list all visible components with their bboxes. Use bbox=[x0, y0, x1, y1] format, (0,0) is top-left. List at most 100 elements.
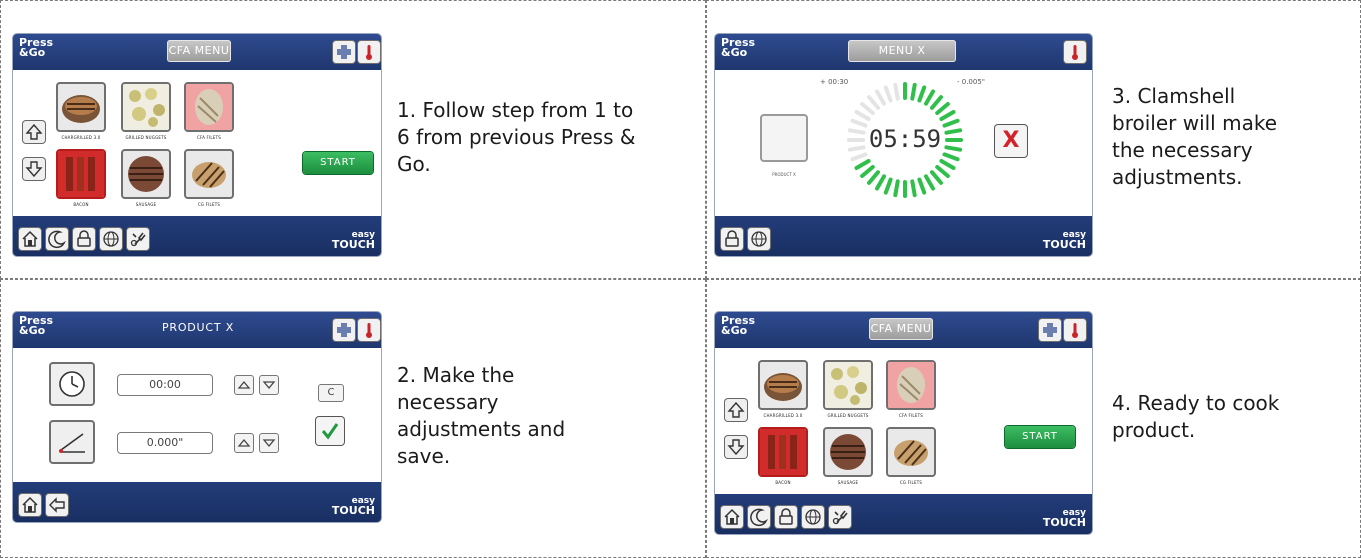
ring-tick bbox=[883, 177, 893, 195]
globe-icon[interactable] bbox=[802, 506, 824, 528]
arrow-down-icon[interactable] bbox=[725, 436, 747, 458]
start-button[interactable]: START bbox=[1005, 426, 1075, 448]
cancel-button[interactable]: X bbox=[995, 125, 1027, 157]
item-tile-sausage[interactable] bbox=[121, 149, 171, 199]
item-tile-nuggets[interactable] bbox=[121, 82, 171, 132]
easy-touch-logo: easy TOUCH bbox=[331, 230, 375, 251]
ring-tick bbox=[939, 110, 956, 121]
easy-touch-logo: easy TOUCH bbox=[1042, 508, 1086, 529]
lock-icon[interactable] bbox=[721, 228, 743, 250]
moon-icon[interactable] bbox=[748, 506, 770, 528]
menu-screen: Press &Go CFA MENU CHARGRILLED 3.0 GRILLE… bbox=[715, 312, 1092, 534]
ring-tick bbox=[867, 95, 880, 110]
thermometer-icon[interactable] bbox=[358, 319, 380, 341]
menu-button[interactable]: MENU X bbox=[848, 40, 956, 62]
ring-tick bbox=[930, 95, 943, 110]
ring-tick bbox=[850, 118, 868, 128]
menu-screen: Press &Go CFA MENU CHARGRILLED 3.0 GRILLE… bbox=[13, 34, 381, 256]
item-tile-bacon[interactable] bbox=[56, 149, 106, 199]
ring-tick bbox=[942, 152, 960, 162]
thermometer-icon[interactable] bbox=[1064, 319, 1086, 341]
adjust-screen: Press &Go PRODUCT X 00:00 0.000" C easy … bbox=[13, 312, 381, 522]
ring-tick bbox=[860, 165, 875, 178]
home-icon[interactable] bbox=[19, 494, 41, 516]
back-arrow-icon[interactable] bbox=[46, 494, 68, 516]
gap-decrease-icon[interactable] bbox=[259, 433, 279, 453]
menu-button[interactable]: CFA MENU bbox=[167, 40, 231, 62]
gap-icon bbox=[49, 420, 95, 464]
moon-icon[interactable] bbox=[46, 228, 68, 250]
press-go-logo: Press &Go bbox=[721, 36, 756, 59]
item-label: SAUSAGE bbox=[837, 480, 859, 485]
home-icon[interactable] bbox=[721, 506, 743, 528]
start-button[interactable]: START bbox=[303, 152, 373, 174]
item-label: CFA FILETS bbox=[197, 135, 221, 140]
arrow-down-icon[interactable] bbox=[23, 158, 45, 180]
ring-tick bbox=[875, 174, 886, 191]
lock-icon[interactable] bbox=[73, 228, 95, 250]
ring-tick bbox=[944, 145, 963, 152]
plus-icon[interactable] bbox=[1039, 319, 1061, 341]
globe-icon[interactable] bbox=[100, 228, 122, 250]
item-tile-nuggets[interactable] bbox=[823, 360, 873, 410]
clear-button[interactable]: C bbox=[318, 384, 344, 402]
ring-tick bbox=[893, 179, 900, 198]
item-tile-chargrilled[interactable] bbox=[56, 82, 106, 132]
press-go-logo: Press &Go bbox=[19, 36, 54, 59]
arrow-up-icon[interactable] bbox=[725, 399, 747, 421]
time-field[interactable]: 00:00 bbox=[117, 374, 213, 396]
time-increase-icon[interactable] bbox=[234, 375, 254, 395]
item-label: BACON bbox=[775, 480, 791, 485]
plus-icon[interactable] bbox=[333, 41, 355, 63]
ring-tick bbox=[917, 85, 927, 103]
ring-tick bbox=[867, 170, 880, 185]
product-title: PRODUCT X bbox=[161, 321, 235, 334]
ring-tick bbox=[935, 165, 950, 178]
home-icon[interactable] bbox=[19, 228, 41, 250]
gear-icon[interactable] bbox=[127, 228, 149, 250]
item-tile-bacon[interactable] bbox=[758, 427, 808, 477]
countdown-timer: 05:59 bbox=[868, 125, 942, 153]
item-label: CG FILETS bbox=[899, 480, 923, 485]
step-caption: 3. Clamshell broiler will make the neces… bbox=[1112, 84, 1278, 189]
item-label: GRILLED NUGGETS bbox=[827, 413, 869, 418]
panel-step-4: Press &Go CFA MENU CHARGRILLED 3.0 GRILLE… bbox=[706, 279, 1361, 558]
ring-tick bbox=[883, 85, 893, 103]
globe-icon[interactable] bbox=[748, 228, 770, 250]
bottom-bar bbox=[13, 216, 381, 256]
menu-button[interactable]: CFA MENU bbox=[869, 318, 933, 340]
item-tile-sausage[interactable] bbox=[823, 427, 873, 477]
ring-tick bbox=[924, 174, 935, 191]
plus-icon[interactable] bbox=[333, 319, 355, 341]
step-caption: 4. Ready to cook product. bbox=[1112, 391, 1280, 442]
item-tile-cfa-filets[interactable] bbox=[886, 360, 936, 410]
ring-tick bbox=[875, 89, 886, 106]
clock-icon bbox=[49, 362, 95, 406]
gap-field[interactable]: 0.000" bbox=[117, 432, 213, 454]
panel-step-1: Press &Go CFA MENU CHARGRILLED 3.0 GRILLE… bbox=[0, 0, 706, 279]
ring-tick bbox=[854, 159, 871, 170]
item-tile-cfa-filets[interactable] bbox=[184, 82, 234, 132]
ring-tick bbox=[939, 159, 956, 170]
ring-tick bbox=[850, 152, 868, 162]
item-tile-cg-filets[interactable] bbox=[184, 149, 234, 199]
gear-icon[interactable] bbox=[829, 506, 851, 528]
ring-tick bbox=[847, 145, 866, 152]
arrow-up-icon[interactable] bbox=[23, 121, 45, 143]
panel-step-3: Press &Go MENU X + 00:30 - 0.005" PRODUCT… bbox=[706, 0, 1361, 279]
thermometer-icon[interactable] bbox=[1064, 41, 1086, 63]
item-label: BACON bbox=[73, 202, 89, 207]
time-decrease-icon[interactable] bbox=[259, 375, 279, 395]
ring-tick bbox=[930, 170, 943, 185]
item-tile-cg-filets[interactable] bbox=[886, 427, 936, 477]
step-caption: 2. Make the necessary adjustments and sa… bbox=[397, 363, 566, 468]
save-check-icon[interactable] bbox=[316, 417, 344, 445]
thermometer-icon[interactable] bbox=[358, 41, 380, 63]
item-label: CHARGRILLED 3.0 bbox=[61, 135, 101, 140]
lock-icon[interactable] bbox=[775, 506, 797, 528]
easy-touch-logo: easy TOUCH bbox=[1042, 230, 1086, 251]
easy-touch-logo: easy TOUCH bbox=[331, 496, 375, 517]
item-label: CG FILETS bbox=[197, 202, 221, 207]
item-tile-chargrilled[interactable] bbox=[758, 360, 808, 410]
gap-increase-icon[interactable] bbox=[234, 433, 254, 453]
